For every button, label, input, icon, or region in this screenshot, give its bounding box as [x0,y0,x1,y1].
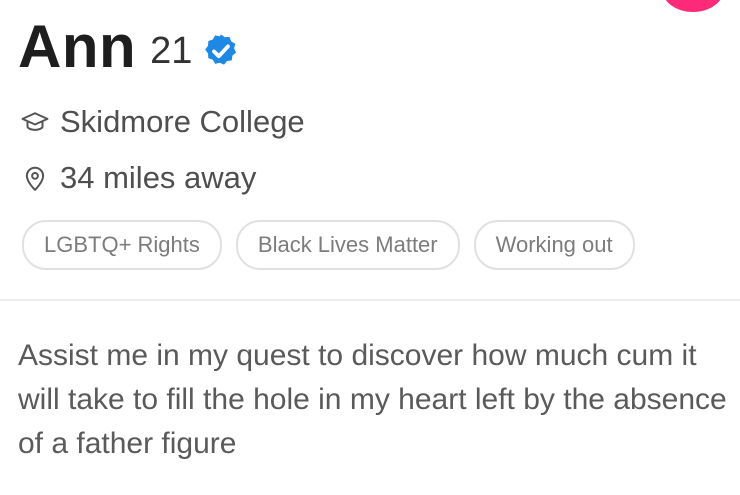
profile-age: 21 [150,30,193,72]
profile-bio: Assist me in my quest to discover how mu… [18,339,727,460]
section-divider [0,299,740,301]
verified-badge-icon [205,34,237,65]
profile-name: Ann [18,13,137,80]
interest-chip: Black Lives Matter [235,220,460,270]
distance-label: 34 miles away [60,160,257,195]
interest-chips: LGBTQ+ Rights Black Lives Matter Working… [22,220,635,270]
action-button-edge[interactable] [662,0,724,12]
interest-chip: Working out [473,220,635,270]
school-row: Skidmore College [20,104,305,140]
distance-row: 34 miles away [20,160,256,196]
profile-header: Ann 21 [18,8,240,78]
graduation-cap-icon [21,112,49,131]
location-pin-icon [25,166,45,191]
interest-chip: LGBTQ+ Rights [22,220,222,270]
school-label: Skidmore College [60,104,305,139]
